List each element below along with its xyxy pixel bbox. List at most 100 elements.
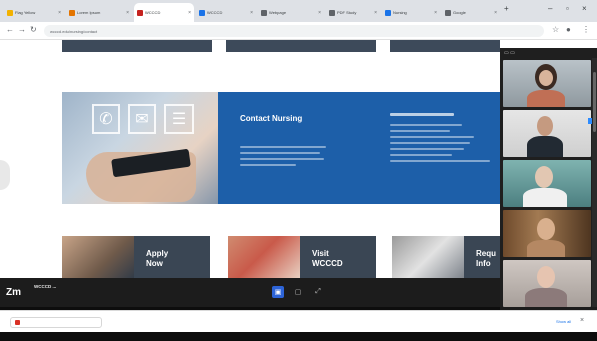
- visit-wcccd-button[interactable]: Visit WCCCD: [300, 236, 376, 278]
- tab-label: Flag Yellow: [15, 10, 36, 15]
- tab-favicon-icon: [261, 9, 267, 16]
- blurred-text-line: [240, 146, 326, 148]
- address-bar[interactable]: wcccd.edu/nursing/contact: [44, 25, 544, 37]
- tab-label: WCCCD: [145, 10, 161, 15]
- close-tab-icon[interactable]: ×: [126, 10, 129, 16]
- reload-icon[interactable]: ↻: [30, 25, 37, 34]
- tab-label: Lorem Ipsum: [77, 10, 101, 15]
- browser-tab-active[interactable]: WCCCD ×: [134, 3, 194, 22]
- participant-video-column: ▭ ▭: [500, 48, 597, 310]
- tab-favicon-icon: [199, 9, 205, 16]
- share-screen-button[interactable]: ▣: [272, 286, 284, 298]
- close-tab-icon[interactable]: ×: [434, 10, 437, 16]
- fullscreen-icon: ⤢: [315, 288, 321, 295]
- participant-tile[interactable]: [503, 210, 591, 257]
- blurred-text-line: [390, 154, 452, 156]
- email-icon: ✉: [128, 104, 156, 134]
- blurred-heading-line: [390, 113, 454, 116]
- participant-face: [535, 166, 553, 188]
- meeting-title: WCCCD ...: [34, 284, 57, 289]
- participant-face: [537, 266, 555, 288]
- back-arrow-icon[interactable]: ←: [6, 25, 14, 34]
- close-tab-icon[interactable]: ×: [318, 10, 321, 16]
- request-info-button[interactable]: Requ Info: [464, 236, 500, 278]
- visit-tile-image: [228, 236, 300, 278]
- browser-tab[interactable]: Lorem Ipsum ×: [66, 3, 132, 22]
- meeting-control-bar: Zm WCCCD ... ▣ ▢ ⤢: [0, 278, 500, 307]
- participant-body: [527, 90, 565, 107]
- browser-tab-strip: Flag Yellow × Lorem Ipsum × WCCCD × WCCC…: [0, 0, 597, 22]
- participant-body: [523, 188, 567, 207]
- participant-face: [537, 116, 553, 136]
- browser-tab[interactable]: Flag Yellow ×: [4, 3, 64, 22]
- close-tab-icon[interactable]: ×: [374, 10, 377, 16]
- view-options-icon: ▢: [294, 289, 302, 296]
- screen: Flag Yellow × Lorem Ipsum × WCCCD × WCCC…: [0, 0, 597, 341]
- top-banner-block: [390, 40, 500, 52]
- tile-label-line2: Info: [476, 259, 491, 268]
- participant-tile[interactable]: [503, 260, 591, 307]
- tab-favicon-icon: [137, 9, 143, 16]
- menu-kebab-icon[interactable]: ⋮: [582, 25, 590, 34]
- apply-tile-image: [62, 236, 134, 278]
- browser-tab[interactable]: Nursing ×: [382, 3, 440, 22]
- participant-tile[interactable]: [503, 160, 591, 207]
- view-options-button[interactable]: ▢: [292, 286, 304, 298]
- tab-label: Google: [453, 10, 466, 15]
- participant-body: [527, 136, 563, 157]
- participant-body: [527, 240, 565, 257]
- minimize-icon[interactable]: –: [548, 4, 552, 13]
- new-tab-icon[interactable]: +: [504, 4, 509, 13]
- profile-avatar-icon[interactable]: ●: [566, 25, 571, 34]
- participant-face: [539, 70, 553, 86]
- close-tab-icon[interactable]: ×: [494, 10, 497, 16]
- blurred-text-line: [240, 152, 320, 154]
- blurred-text-line: [390, 130, 450, 132]
- browser-tab[interactable]: Webpage ×: [258, 3, 324, 22]
- close-tab-icon[interactable]: ×: [58, 10, 61, 16]
- close-window-icon[interactable]: ×: [582, 4, 587, 13]
- top-banner-block: [226, 40, 376, 52]
- blurred-text-line: [390, 142, 470, 144]
- show-all-downloads-link[interactable]: Show all: [556, 319, 571, 324]
- tile-label-line2: WCCCD: [312, 259, 343, 268]
- tab-favicon-icon: [69, 9, 75, 16]
- blurred-text-line: [390, 160, 490, 162]
- browser-tab[interactable]: WCCCD ×: [196, 3, 256, 22]
- file-icon: [15, 320, 20, 325]
- tab-label: WCCCD: [207, 10, 223, 15]
- request-tile-image: [392, 236, 464, 278]
- apply-now-button[interactable]: Apply Now: [134, 236, 210, 278]
- view-toggle-icon[interactable]: ▭ ▭: [504, 50, 515, 56]
- share-screen-icon: ▣: [274, 289, 282, 296]
- top-banner-block: [62, 40, 212, 52]
- scrollbar-thumb[interactable]: [593, 72, 596, 132]
- address-url: wcccd.edu/nursing/contact: [50, 29, 98, 34]
- carousel-prev-handle[interactable]: [0, 160, 10, 190]
- tab-label: PDF Study: [337, 10, 357, 15]
- close-download-bar-icon[interactable]: ×: [580, 317, 584, 324]
- close-tab-icon[interactable]: ×: [250, 10, 253, 16]
- bookmark-star-icon[interactable]: ☆: [552, 25, 559, 34]
- tile-label-line1: Requ: [476, 249, 496, 258]
- tab-favicon-icon: [385, 9, 391, 16]
- download-bar: Show all ×: [0, 310, 597, 332]
- browser-tab[interactable]: Google ×: [442, 3, 500, 22]
- close-tab-icon[interactable]: ×: [188, 10, 191, 16]
- contact-title: Contact Nursing: [240, 114, 303, 123]
- maximize-icon[interactable]: ▫: [566, 4, 569, 13]
- tab-favicon-icon: [7, 9, 13, 16]
- tile-label-line1: Apply: [146, 249, 169, 258]
- contact-panel: Contact Nursing: [218, 92, 500, 204]
- forward-arrow-icon[interactable]: →: [18, 25, 26, 34]
- tab-label: Nursing: [393, 10, 407, 15]
- download-item[interactable]: [10, 317, 102, 328]
- participant-tile[interactable]: [503, 110, 591, 157]
- participant-scrollbar[interactable]: [592, 58, 597, 310]
- participant-tile[interactable]: [503, 60, 591, 107]
- tab-favicon-icon: [329, 9, 335, 16]
- fullscreen-button[interactable]: ⤢: [312, 286, 324, 298]
- meeting-app-logo: Zm: [6, 287, 21, 298]
- screen-bottom-edge: [0, 332, 597, 341]
- browser-tab[interactable]: PDF Study ×: [326, 3, 380, 22]
